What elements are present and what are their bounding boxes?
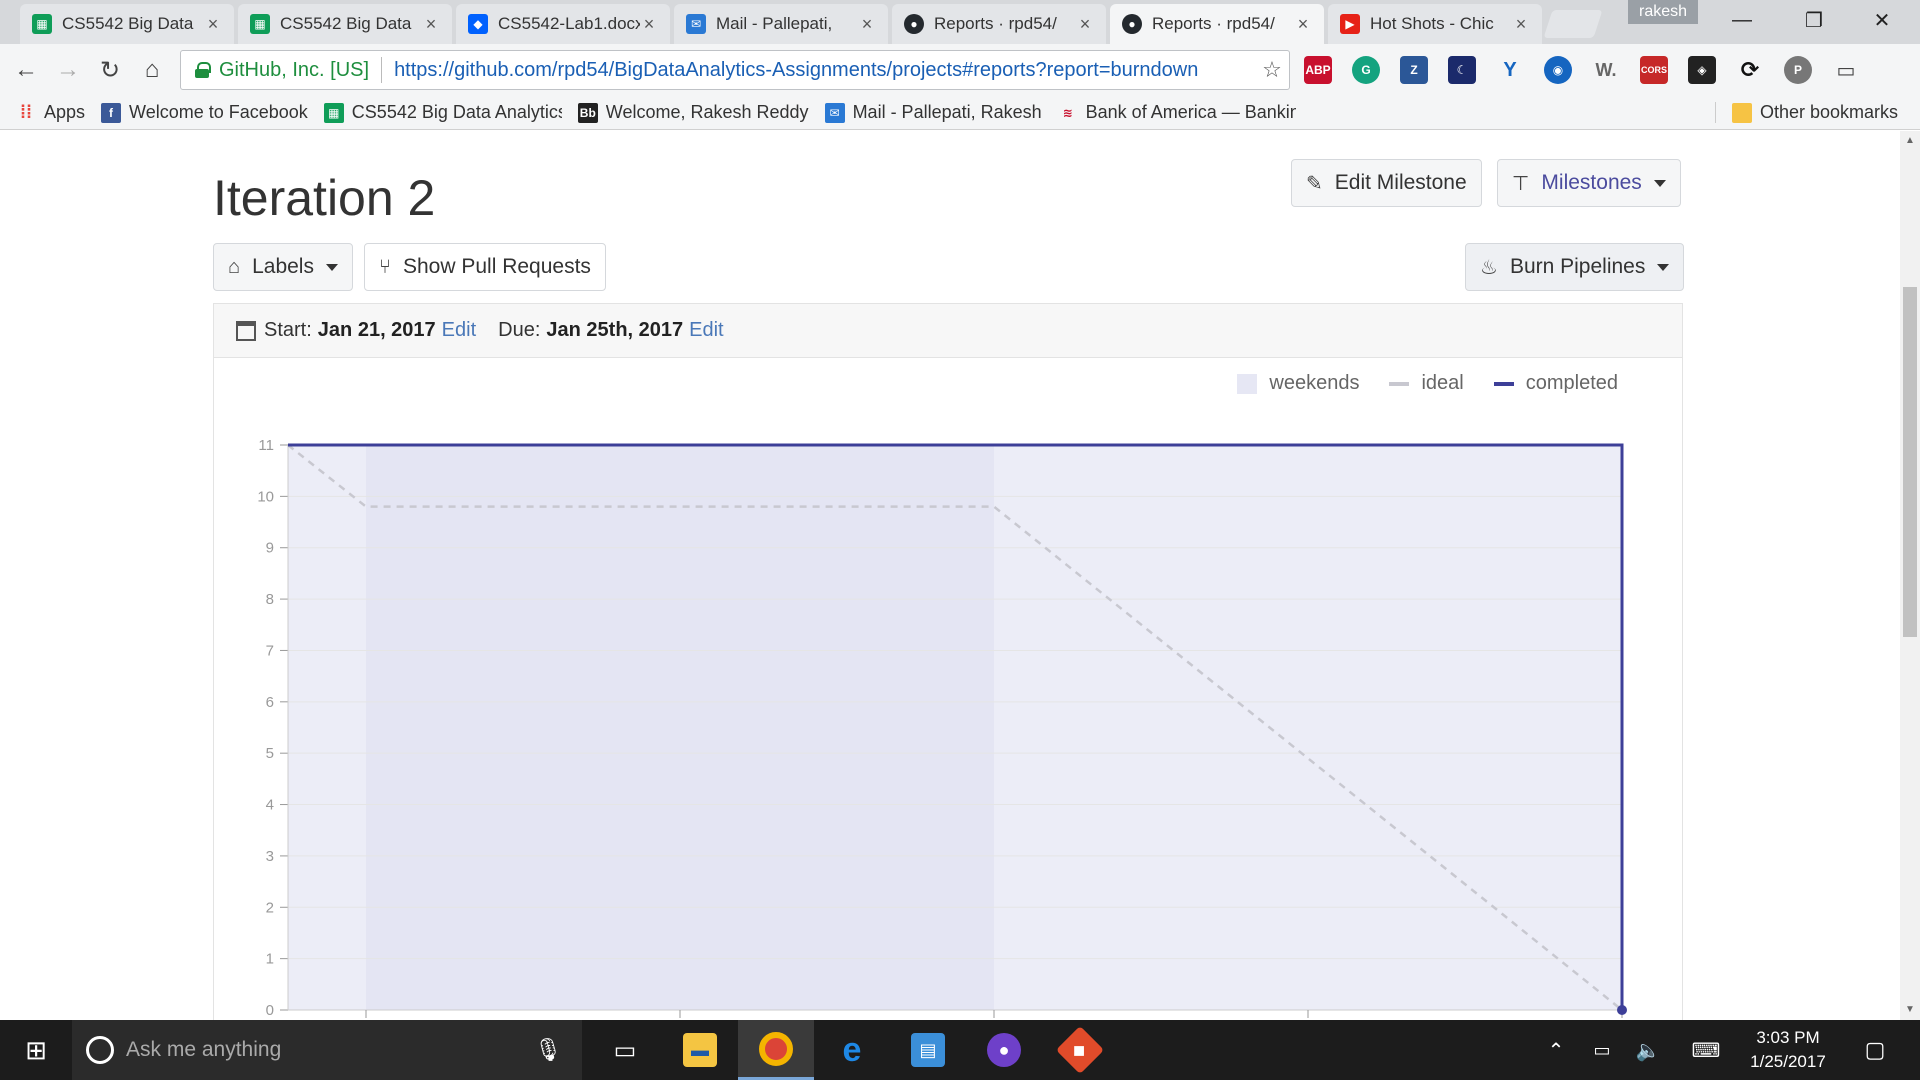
show-hidden-icons-icon[interactable]: ⌃ [1538,1020,1574,1080]
y-tick-label: 10 [257,488,274,505]
control-panel-icon[interactable]: ▤ [890,1020,966,1080]
windows-start-icon[interactable]: ⊞ [0,1020,72,1080]
burndown-chart: 01234567891011Jan 21stJan 22ndJan 23rdJa… [257,437,1627,1019]
github-desktop-icon[interactable]: ● [966,1020,1042,1080]
y-tick-label: 6 [266,694,274,711]
keyboard-icon[interactable]: ⌨ [1684,1020,1728,1080]
y-tick-label: 2 [266,899,274,916]
weekend-band [366,445,994,1010]
scroll-thumb[interactable] [1903,287,1917,637]
completed-point [1617,1005,1627,1015]
notifications-icon[interactable]: ▢ [1850,1020,1900,1080]
taskbar: ⊞ Ask me anything 🎙 ▭ ▬ e ▤ ● ◆ ⌃ ▭ 🔈 ⌨ … [0,1020,1920,1080]
y-tick-label: 8 [266,591,274,608]
file-explorer-icon[interactable]: ▬ [662,1020,738,1080]
microphone-icon[interactable]: 🎙 [534,1037,562,1063]
battery-icon[interactable]: ▭ [1584,1020,1620,1080]
y-tick-label: 9 [266,540,274,557]
y-tick-label: 3 [266,848,274,865]
screen: ▦ CS5542 Big Data × ▦ CS5542 Big Data × … [0,0,1920,1080]
y-tick-label: 1 [266,951,274,968]
y-tick-label: 0 [266,1002,274,1019]
scroll-up-icon[interactable]: ▲ [1900,131,1920,151]
cortana-icon [86,1036,114,1064]
page-scrollbar[interactable]: ▲ ▼ [1900,131,1920,1020]
task-view-icon[interactable]: ▭ [588,1020,662,1080]
git-icon[interactable]: ◆ [1042,1020,1118,1080]
y-tick-label: 5 [266,745,274,762]
volume-icon[interactable]: 🔈 [1630,1020,1666,1080]
chrome-icon[interactable] [738,1020,814,1080]
edge-icon[interactable]: e [814,1020,890,1080]
y-tick-label: 11 [258,437,274,454]
system-clock[interactable]: 3:03 PM 1/25/2017 [1738,1026,1838,1074]
y-tick-label: 7 [266,642,274,659]
cortana-search[interactable]: Ask me anything 🎙 [72,1020,582,1080]
scroll-down-icon[interactable]: ▼ [1900,1000,1920,1020]
y-tick-label: 4 [266,797,274,814]
